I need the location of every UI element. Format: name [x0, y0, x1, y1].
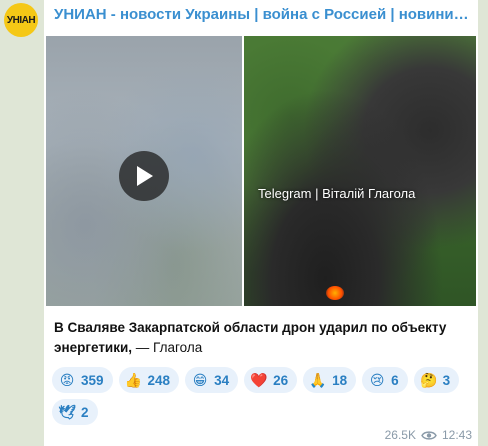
message-bubble: УНИАН - новости Украины | война с Россие…: [44, 0, 478, 446]
media-group: Telegram | Віталій Глагола: [46, 36, 476, 306]
angry-face-icon: 😡: [59, 372, 75, 388]
reaction-grin[interactable]: 😁 34: [185, 367, 239, 393]
channel-avatar[interactable]: УНІАН: [4, 3, 38, 37]
reaction-count: 26: [273, 372, 289, 388]
post-caption: В Сваляве Закарпатской области дрон удар…: [54, 318, 470, 358]
dove-icon: 🕊: [58, 404, 76, 420]
play-icon: [137, 166, 153, 186]
views-count: 26.5K: [384, 428, 416, 442]
channel-title[interactable]: УНИАН - новости Украины | война с Россие…: [54, 6, 472, 23]
reaction-thinking[interactable]: 🤔 3: [413, 367, 460, 393]
praying-hands-icon: 🙏: [309, 372, 327, 388]
reaction-count: 6: [391, 372, 399, 388]
eye-icon: [421, 430, 437, 440]
play-button[interactable]: [119, 151, 169, 201]
message-meta: 26.5K 12:43: [385, 428, 472, 442]
reaction-pray[interactable]: 🙏 18: [303, 367, 357, 393]
reaction-dove[interactable]: 🕊 2: [52, 399, 98, 425]
fire-glow: [326, 286, 344, 300]
reaction-angry[interactable]: 😡 359: [52, 367, 113, 393]
crying-face-icon: 😢: [369, 372, 385, 388]
reaction-count: 18: [332, 372, 348, 388]
reaction-heart[interactable]: ❤️ 26: [244, 367, 298, 393]
reaction-count: 34: [214, 372, 230, 388]
post-headline: В Сваляве Закарпатской области дрон удар…: [54, 320, 447, 355]
thumbs-up-icon: 👍: [124, 372, 143, 388]
post-source: — Глагола: [132, 340, 203, 355]
thinking-face-icon: 🤔: [419, 372, 438, 388]
photo-watermark: Telegram | Віталій Глагола: [258, 186, 416, 201]
photo-thumbnail[interactable]: Telegram | Віталій Глагола: [244, 36, 476, 306]
message-time: 12:43: [441, 428, 472, 442]
reaction-count: 359: [81, 372, 104, 388]
heart-icon: ❤️: [250, 372, 268, 388]
reaction-count: 248: [147, 372, 171, 388]
reaction-count: 2: [81, 404, 89, 420]
reaction-thumbs-up[interactable]: 👍 248: [118, 367, 180, 393]
reaction-cry[interactable]: 😢 6: [362, 367, 408, 393]
reaction-count: 3: [442, 372, 451, 388]
grinning-face-icon: 😁: [192, 372, 208, 388]
video-thumbnail[interactable]: [46, 36, 242, 306]
reactions-bar: 😡 359 👍 248 😁 34 ❤️ 26 🙏 18 😢 6 🤔 3 🕊 2: [52, 367, 472, 425]
avatar-text: УНІАН: [6, 14, 36, 26]
